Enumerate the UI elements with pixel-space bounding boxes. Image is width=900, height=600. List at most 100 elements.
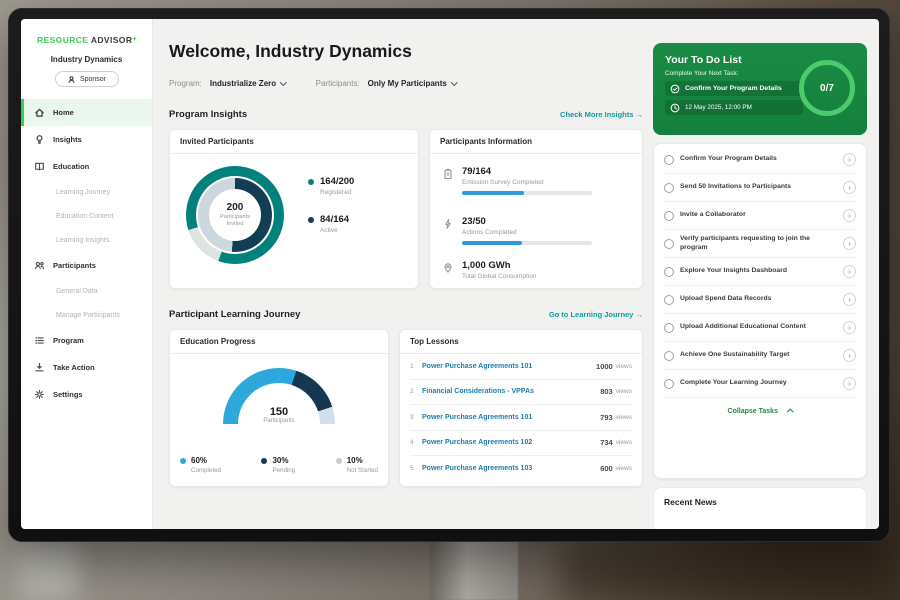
lesson-title-link[interactable]: Financial Considerations - VPPAs <box>422 388 600 395</box>
stat-value: 79/164 <box>462 166 592 177</box>
legend-active: 84/164 Active <box>308 214 349 234</box>
card-title: Participants Information <box>430 130 642 154</box>
sidebar-item-education-content[interactable]: Education Content <box>21 204 152 228</box>
chevron-right-icon[interactable]: › <box>843 265 856 278</box>
chevron-right-icon[interactable]: › <box>843 181 856 194</box>
task-label: Achieve One Sustainability Target <box>680 351 837 360</box>
task-checkbox[interactable] <box>664 155 674 165</box>
sidebar-item-label: Manage Participants <box>56 312 120 319</box>
sidebar-item-label: Participants <box>53 261 96 270</box>
list-icon <box>33 335 46 346</box>
sidebar-item-general-data[interactable]: General Data <box>21 279 152 303</box>
sidebar-item-take-action[interactable]: Take Action <box>21 354 152 381</box>
task-row-upload-educational-content[interactable]: Upload Additional Educational Content › <box>664 314 856 342</box>
task-checkbox[interactable] <box>664 323 674 333</box>
arrow-right-icon: → <box>636 110 644 119</box>
org-name: Industry Dynamics <box>21 55 152 64</box>
chevron-right-icon[interactable]: › <box>843 293 856 306</box>
lesson-row[interactable]: 4 Power Purchase Agreements 102 734 view… <box>410 431 632 457</box>
task-checkbox[interactable] <box>664 351 674 361</box>
chevron-up-icon <box>787 409 793 415</box>
check-more-insights-link[interactable]: Check More Insights → <box>560 110 643 119</box>
task-row-upload-spend-data[interactable]: Upload Spend Data Records › <box>664 286 856 314</box>
sidebar-item-insights[interactable]: Insights <box>21 126 152 153</box>
gauge-center-value: 150 <box>223 406 335 418</box>
recent-news-card: Recent News <box>653 487 867 529</box>
sidebar-item-education[interactable]: Education <box>21 153 152 180</box>
legend-dot <box>261 458 267 464</box>
task-row-invite-collaborator[interactable]: Invite a Collaborator › <box>664 202 856 230</box>
chevron-down-icon <box>451 79 457 85</box>
lesson-views-unit: views <box>616 465 632 472</box>
sidebar-item-label: General Data <box>56 288 98 295</box>
sidebar-item-label: Education Content <box>56 213 114 220</box>
task-label: Verify participants requesting to join t… <box>680 235 837 253</box>
lesson-title-link[interactable]: Power Purchase Agreements 102 <box>422 439 600 446</box>
section-title: Program Insights <box>169 109 247 120</box>
todo-progress-value: 0/7 <box>820 83 834 94</box>
go-to-learning-journey-link[interactable]: Go to Learning Journey → <box>549 310 643 319</box>
task-checkbox[interactable] <box>664 211 674 221</box>
sponsor-label: Sponsor <box>80 76 106 83</box>
legend-dot <box>180 458 186 464</box>
legend-dot <box>308 217 314 223</box>
lesson-row[interactable]: 5 Power Purchase Agreements 103 600 view… <box>410 456 632 482</box>
sidebar-item-label: Program <box>53 336 84 345</box>
task-checkbox[interactable] <box>664 379 674 389</box>
chevron-right-icon[interactable]: › <box>843 321 856 334</box>
lesson-title-link[interactable]: Power Purchase Agreements 101 <box>422 363 596 370</box>
sidebar-item-learning-insights[interactable]: Learning Insights <box>21 228 152 252</box>
task-row-explore-insights[interactable]: Explore Your Insights Dashboard › <box>664 258 856 286</box>
program-filter-select[interactable]: Industrialize Zero <box>210 79 286 88</box>
task-label: Complete Your Learning Journey <box>680 379 837 388</box>
task-checkbox[interactable] <box>664 295 674 305</box>
legend-label: Active <box>320 227 349 234</box>
sidebar-item-home[interactable]: Home <box>21 99 152 126</box>
chevron-right-icon[interactable]: › <box>843 377 856 390</box>
program-insights-header: Program Insights Check More Insights → <box>169 109 643 120</box>
stat-label: Emission Survey Completed <box>462 179 592 186</box>
chevron-right-icon[interactable]: › <box>843 237 856 250</box>
todo-next-task-label: Confirm Your Program Details <box>685 85 782 92</box>
education-gauge-chart: 150 Participants <box>223 368 335 424</box>
lesson-title-link[interactable]: Power Purchase Agreements 103 <box>422 465 600 472</box>
todo-next-task[interactable]: Confirm Your Program Details <box>665 81 803 96</box>
lesson-row[interactable]: 3 Power Purchase Agreements 101 793 view… <box>410 405 632 431</box>
card-title: Invited Participants <box>170 130 418 154</box>
lesson-row[interactable]: 1 Power Purchase Agreements 101 1000 vie… <box>410 354 632 380</box>
donut-center-label: Participants Invited <box>213 214 257 228</box>
lesson-rank: 5 <box>410 465 422 472</box>
book-icon <box>33 161 46 172</box>
link-label: Check More Insights <box>560 110 633 119</box>
task-row-send-invitations[interactable]: Send 50 Invitations to Participants › <box>664 174 856 202</box>
action-arrow-icon <box>33 362 46 373</box>
legend-dot <box>308 179 314 185</box>
legend-value: 164/200 <box>320 176 354 187</box>
card-title: Education Progress <box>170 330 388 354</box>
sponsor-badge[interactable]: Sponsor <box>55 71 119 87</box>
sidebar-item-learning-journey[interactable]: Learning Journey <box>21 180 152 204</box>
participants-filter-select[interactable]: Only My Participants <box>368 79 457 88</box>
task-checkbox[interactable] <box>664 239 674 249</box>
collapse-tasks-button[interactable]: Collapse Tasks <box>664 398 856 424</box>
chevron-right-icon[interactable]: › <box>843 153 856 166</box>
task-row-achieve-target[interactable]: Achieve One Sustainability Target › <box>664 342 856 370</box>
sidebar-item-program[interactable]: Program <box>21 327 152 354</box>
lesson-title-link[interactable]: Power Purchase Agreements 101 <box>422 414 600 421</box>
home-icon <box>33 107 46 118</box>
task-row-confirm-program[interactable]: Confirm Your Program Details › <box>664 146 856 174</box>
task-row-complete-learning-journey[interactable]: Complete Your Learning Journey › <box>664 370 856 398</box>
sidebar-item-participants[interactable]: Participants <box>21 252 152 279</box>
legend-pending: 30% Pending <box>261 456 295 474</box>
task-checkbox[interactable] <box>664 267 674 277</box>
sidebar-item-settings[interactable]: Settings <box>21 381 152 408</box>
sidebar-item-manage-participants[interactable]: Manage Participants <box>21 303 152 327</box>
task-checkbox[interactable] <box>664 183 674 193</box>
chevron-right-icon[interactable]: › <box>843 349 856 362</box>
lesson-row[interactable]: 2 Financial Considerations - VPPAs 803 v… <box>410 380 632 406</box>
legend-value: 84/164 <box>320 214 349 225</box>
chevron-right-icon[interactable]: › <box>843 209 856 222</box>
task-row-verify-participants[interactable]: Verify participants requesting to join t… <box>664 230 856 258</box>
gauge-center-label: Participants <box>223 418 335 424</box>
top-lessons-card: Top Lessons 1 Power Purchase Agreements … <box>399 329 643 487</box>
